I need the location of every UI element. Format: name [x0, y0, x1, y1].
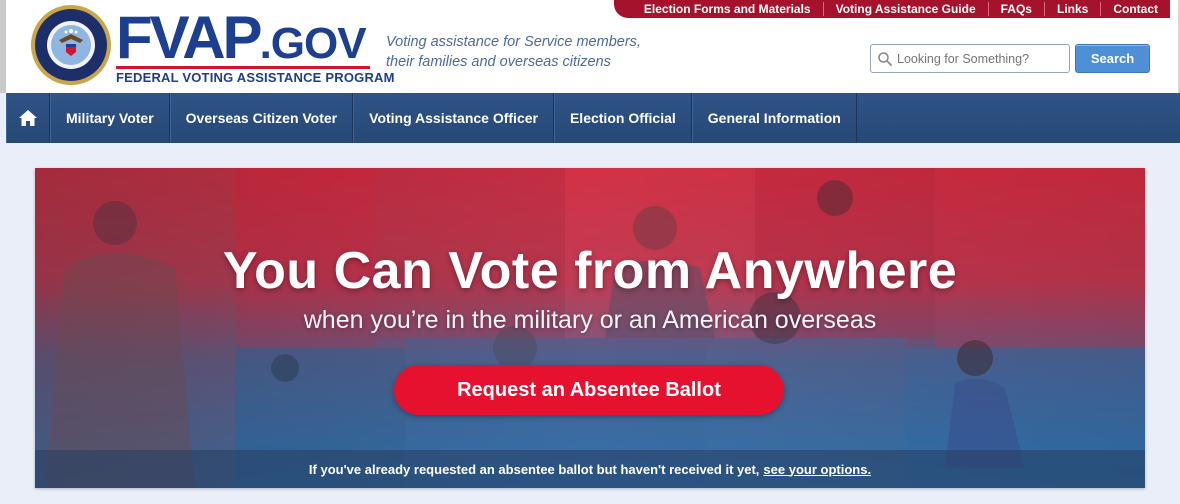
logo-wordmark: FVAP.GOV — [116, 4, 367, 71]
tagline-line-1: Voting assistance for Service members, — [386, 34, 641, 50]
tagline-line-2: their families and overseas citizens — [386, 54, 611, 70]
search-field[interactable] — [870, 44, 1070, 73]
nav-home[interactable] — [6, 93, 50, 143]
hero-subtitle: when you’re in the military or an Americ… — [303, 306, 877, 334]
utility-link-contact[interactable]: Contact — [1100, 2, 1170, 16]
hero-info-text: If you've already requested an absentee … — [308, 461, 760, 477]
nav-voting-assistance-officer[interactable]: Voting Assistance Officer — [353, 93, 554, 143]
utility-link-voting-assistance-guide[interactable]: Voting Assistance Guide — [822, 2, 988, 16]
search-input[interactable] — [897, 51, 1067, 66]
site-tagline: Voting assistance for Service members, t… — [386, 32, 686, 72]
home-icon — [19, 110, 37, 126]
logo-subtitle: FEDERAL VOTING ASSISTANCE PROGRAM — [116, 66, 394, 85]
nav-election-official[interactable]: Election Official — [553, 93, 692, 143]
search-icon — [878, 51, 892, 66]
department-of-defense-seal[interactable] — [30, 4, 112, 86]
nav-military-voter[interactable]: Military Voter — [50, 93, 170, 143]
request-absentee-ballot-button[interactable]: Request an Absentee Ballot — [394, 365, 784, 415]
utility-link-links[interactable]: Links — [1043, 2, 1100, 16]
hero-banner: You Can Vote from Anywhere when you’re i… — [35, 168, 1145, 488]
nav-general-information[interactable]: General Information — [691, 93, 857, 143]
search-button[interactable]: Search — [1075, 44, 1150, 73]
hero-title: You Can Vote from Anywhere — [222, 242, 958, 300]
see-your-options-link[interactable]: see your options. — [763, 462, 871, 477]
hero-info-bar: If you've already requested an absentee … — [35, 450, 1145, 488]
main-nav: Military Voter Overseas Citizen Voter Vo… — [6, 93, 1180, 143]
utility-nav: Election Forms and Materials Voting Assi… — [613, 0, 1170, 18]
utility-link-faqs[interactable]: FAQs — [987, 2, 1044, 16]
nav-overseas-citizen-voter[interactable]: Overseas Citizen Voter — [169, 93, 354, 143]
fvap-logo[interactable]: FVAP.GOV FEDERAL VOTING ASSISTANCE PROGR… — [116, 4, 394, 86]
utility-link-election-forms[interactable]: Election Forms and Materials — [632, 2, 823, 16]
